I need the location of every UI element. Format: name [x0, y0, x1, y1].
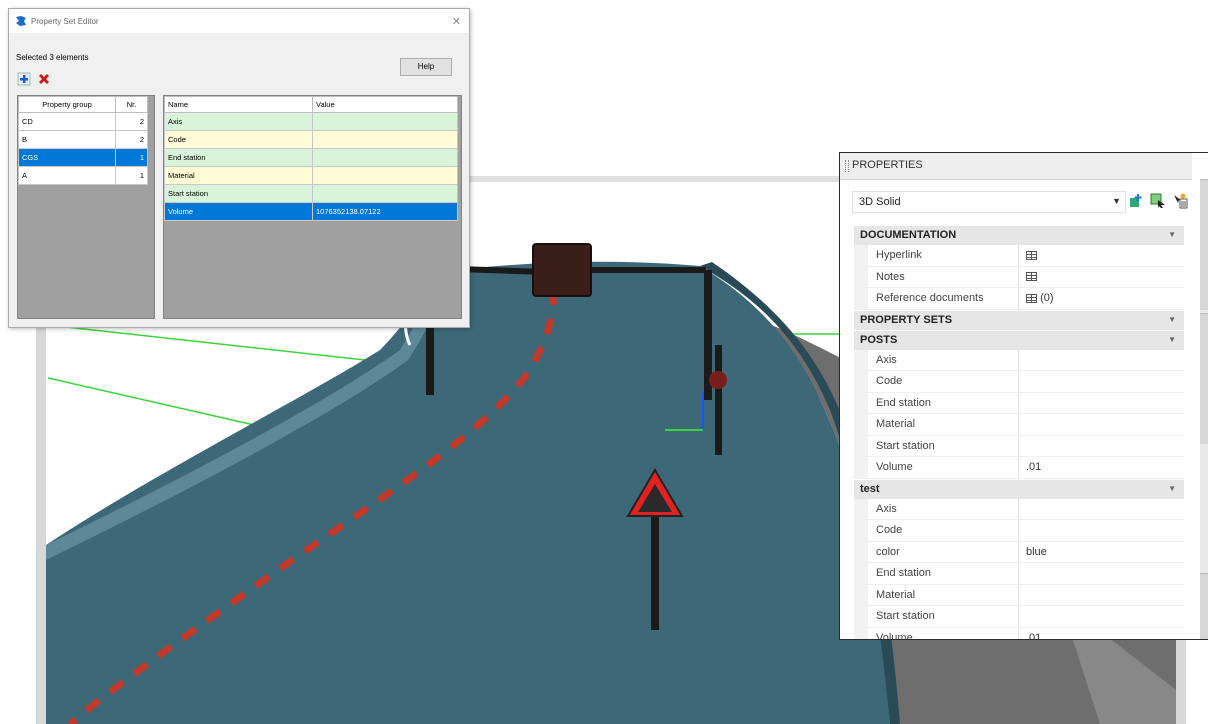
property-name-cell: Start station	[164, 184, 313, 203]
dialog-title: Property Set Editor	[31, 17, 99, 26]
column-header-property-group[interactable]: Property group	[18, 96, 116, 113]
property-value-cell[interactable]	[312, 184, 458, 203]
property-row[interactable]: End station	[854, 563, 1184, 585]
side-tab[interactable]	[1200, 573, 1208, 639]
property-row[interactable]: Notes	[854, 266, 1184, 288]
table-row[interactable]: B2	[18, 130, 148, 149]
property-row[interactable]: Volume .01	[854, 627, 1184, 639]
group-name-cell[interactable]: CD	[18, 112, 116, 131]
table-row-selected[interactable]: Volume 1076352138.07122	[164, 202, 458, 221]
property-name-cell: Code	[164, 130, 313, 149]
property-row[interactable]: Start station	[854, 606, 1184, 628]
selected-count-label: Selected 3 elements	[16, 53, 89, 62]
group-name-cell[interactable]: A	[18, 166, 116, 185]
property-row[interactable]: Code	[854, 371, 1184, 393]
property-value-cell[interactable]	[312, 148, 458, 167]
gantry-sign	[532, 243, 592, 297]
property-value-cell[interactable]: 1076352138.07122	[312, 202, 458, 221]
help-button[interactable]: Help	[400, 58, 452, 76]
column-header-value[interactable]: Value	[312, 96, 458, 113]
palette-header[interactable]: PROPERTIES	[840, 153, 1192, 180]
property-row[interactable]: End station	[854, 392, 1184, 414]
properties-palette: PROPERTIES 3D Solid ▼ DOCUMENTATION ▼ Hy…	[839, 152, 1208, 640]
side-tab[interactable]	[1200, 179, 1208, 310]
object-type-select[interactable]: 3D Solid ▼	[852, 191, 1126, 213]
table-row-selected[interactable]: CGS 1	[18, 148, 148, 167]
property-value-grid[interactable]: Name Value Axis Code End station Materia…	[163, 95, 462, 319]
property-group-grid[interactable]: Property group Nr. CD 2 B2 CGS 1 A1	[17, 95, 155, 319]
collapse-arrow-icon[interactable]: ▼	[1168, 230, 1176, 239]
chevron-down-icon[interactable]: ▼	[1112, 196, 1121, 206]
drag-grip-icon[interactable]	[845, 160, 849, 172]
property-row[interactable]: Code	[854, 520, 1184, 542]
property-value-cell[interactable]	[312, 166, 458, 185]
group-count-cell[interactable]: 2	[115, 112, 148, 131]
property-row[interactable]: color blue	[854, 541, 1184, 563]
quick-select-icon[interactable]	[1172, 193, 1188, 209]
side-tab[interactable]	[1200, 313, 1208, 444]
group-count-cell[interactable]: 1	[115, 166, 148, 185]
toggle-pickadd-icon[interactable]	[1128, 193, 1144, 209]
property-row[interactable]: Axis	[854, 349, 1184, 371]
table-row[interactable]: Material	[164, 166, 458, 185]
property-list: DOCUMENTATION ▼ Hyperlink Notes Referenc…	[854, 225, 1184, 639]
category-test[interactable]: test ▼	[854, 478, 1184, 499]
category-documentation[interactable]: DOCUMENTATION ▼	[854, 225, 1184, 245]
group-name-cell[interactable]: CGS	[18, 148, 116, 167]
group-name-cell[interactable]: B	[18, 130, 116, 149]
signal-light	[709, 371, 727, 389]
property-value-cell[interactable]	[312, 130, 458, 149]
palette-title: PROPERTIES	[852, 159, 923, 171]
column-header-name[interactable]: Name	[164, 96, 313, 113]
table-icon[interactable]	[1026, 293, 1037, 303]
collapse-arrow-icon[interactable]: ▼	[1168, 335, 1176, 344]
close-icon[interactable]: ✕	[452, 15, 461, 28]
category-posts[interactable]: POSTS ▼	[854, 329, 1184, 350]
property-name-cell: Axis	[164, 112, 313, 131]
property-row[interactable]: Material	[854, 584, 1184, 606]
column-header-nr[interactable]: Nr.	[115, 96, 148, 113]
property-name-cell: End station	[164, 148, 313, 167]
collapse-arrow-icon[interactable]: ▼	[1168, 315, 1176, 324]
table-icon[interactable]	[1026, 272, 1037, 282]
category-property-sets[interactable]: PROPERTY SETS ▼	[854, 309, 1184, 330]
property-row[interactable]: Material	[854, 414, 1184, 436]
property-name-cell: Volume	[164, 202, 313, 221]
property-row[interactable]: Volume .01	[854, 457, 1184, 479]
property-value-cell[interactable]	[312, 112, 458, 131]
property-row[interactable]: Axis	[854, 498, 1184, 520]
group-count-cell[interactable]: 2	[115, 130, 148, 149]
group-count-cell[interactable]: 1	[115, 148, 148, 167]
delete-icon[interactable]	[37, 72, 51, 86]
object-type-value: 3D Solid	[859, 196, 901, 208]
collapse-arrow-icon[interactable]: ▼	[1168, 484, 1176, 493]
dialog-titlebar[interactable]: Property Set Editor ✕	[9, 9, 469, 33]
table-row[interactable]: A1	[18, 166, 148, 185]
property-name-cell: Material	[164, 166, 313, 185]
table-row[interactable]: End station	[164, 148, 458, 167]
table-icon[interactable]	[1026, 250, 1037, 260]
select-objects-icon[interactable]	[1150, 193, 1166, 209]
property-row[interactable]: Hyperlink	[854, 245, 1184, 267]
table-row[interactable]: Code	[164, 130, 458, 149]
table-row[interactable]: CD 2	[18, 112, 148, 131]
property-row[interactable]: Start station	[854, 435, 1184, 457]
property-row[interactable]: Reference documents (0)	[854, 288, 1184, 310]
property-set-editor-dialog: Property Set Editor ✕ Selected 3 element…	[8, 8, 470, 328]
app-logo-icon	[16, 16, 26, 26]
warning-sign-post	[651, 510, 659, 630]
table-row[interactable]: Axis	[164, 112, 458, 131]
table-row[interactable]: Start station	[164, 184, 458, 203]
signal-post	[715, 345, 722, 455]
add-icon[interactable]	[17, 72, 31, 86]
